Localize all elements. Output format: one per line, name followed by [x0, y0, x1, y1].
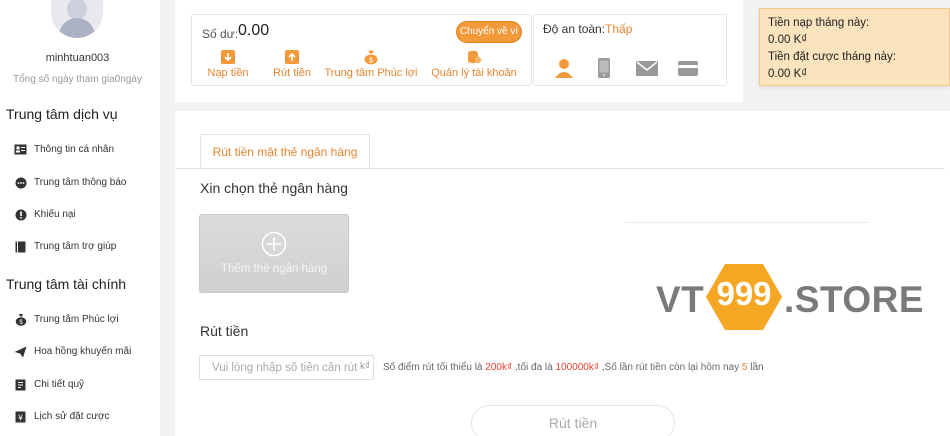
- welfare-center-action[interactable]: $ Trung tâm Phúc lợi: [320, 49, 422, 79]
- monthly-summary: Tiền nạp tháng này: 0.00 K₫ Tiền đặt cượ…: [759, 8, 950, 86]
- divider: [625, 222, 869, 223]
- balance-value: 0.00: [238, 22, 270, 39]
- watermark-number: 999: [716, 275, 772, 312]
- tab-bank-card-withdraw[interactable]: Rút tiền mặt thẻ ngân hàng: [200, 134, 370, 169]
- withdraw-limit-hint: Số điểm rút tối thiểu là 200k₫ ,tối đa l…: [383, 362, 764, 373]
- hint-prefix: Số điểm rút tối thiểu là: [383, 362, 483, 373]
- monthly-deposit-label: Tiền nạp tháng này:: [768, 17, 870, 29]
- choose-bank-card-label: Xin chọn thẻ ngân hàng: [200, 180, 348, 196]
- finance-center-title: Trung tâm tài chính: [6, 276, 127, 292]
- sidebar-item-label: Trung tâm thông báo: [34, 177, 127, 188]
- money-bag-icon: $: [364, 50, 378, 65]
- sidebar-item-label: Hoa hồng khuyến mãi: [34, 346, 132, 357]
- user-icon[interactable]: [555, 58, 573, 78]
- withdraw-action[interactable]: Rút tiền: [268, 49, 316, 79]
- tab-divider: [175, 168, 945, 169]
- amount-unit: k₫: [358, 361, 371, 372]
- security-level-value: Thấp: [605, 22, 633, 36]
- phone-icon[interactable]: [598, 58, 610, 78]
- ledger-icon: [14, 378, 27, 391]
- sidebar-item-label: Trung tâm trợ giúp: [34, 241, 117, 252]
- withdraw-submit-button[interactable]: Rút tiền: [471, 405, 675, 436]
- sidebar-item-label: Khiếu nại: [34, 209, 76, 220]
- hint-times-prefix: ,Số lần rút tiền còn lại hôm nay: [601, 362, 740, 373]
- deposit-action[interactable]: Nạp tiền: [204, 49, 252, 79]
- username: minhtuan003: [45, 52, 110, 64]
- monthly-bet-label: Tiền đặt cược tháng này:: [768, 51, 896, 63]
- hint-max-amount: 100000k₫: [555, 362, 599, 373]
- security-label: Độ an toàn:: [543, 22, 606, 36]
- hint-times-suffix: lần: [750, 362, 764, 373]
- security-box: Độ an toàn:Thấp: [533, 14, 727, 86]
- transfer-to-wallet-button[interactable]: Chuyển về ví: [456, 21, 522, 43]
- balance-box: Số dư: 0.00 Chuyển về ví Nạp tiền Rút ti…: [191, 14, 532, 86]
- sidebar-item-commission[interactable]: Hoa hồng khuyến mãi: [14, 345, 131, 358]
- bet-history-icon: ¥: [14, 410, 27, 423]
- balance-label: Số dư:: [202, 27, 239, 41]
- welfare-center-label: Trung tâm Phúc lợi: [324, 67, 418, 79]
- account-manage-action[interactable]: Quản lý tài khoản: [426, 49, 522, 79]
- sidebar-item-label: Trung tâm Phúc lợi: [34, 314, 119, 325]
- svg-text:¥: ¥: [17, 413, 23, 422]
- withdraw-amount-input[interactable]: [199, 355, 374, 380]
- hint-mid: ,tối đa là: [514, 362, 553, 373]
- deposit-icon: [221, 50, 235, 64]
- monthly-deposit-value: 0.00 K₫: [768, 34, 808, 46]
- hint-remaining-times: 5: [741, 362, 748, 373]
- avatar[interactable]: [51, 0, 103, 38]
- add-bank-card-button[interactable]: Thêm thẻ ngân hàng: [199, 214, 349, 293]
- deposit-label: Nạp tiền: [207, 67, 249, 79]
- membership-days: Tổng số ngày tham gia0ngày: [13, 74, 142, 85]
- withdraw-icon: [285, 50, 299, 64]
- bank-card-icon[interactable]: [678, 61, 698, 76]
- watermark-prefix: VT: [656, 279, 705, 320]
- mail-icon[interactable]: [636, 61, 658, 76]
- id-card-icon: [14, 143, 27, 156]
- sidebar-item-label: Chi tiết quỹ: [34, 379, 85, 390]
- withdraw-section-label: Rút tiền: [200, 323, 249, 339]
- complaint-icon: [14, 208, 27, 221]
- sidebar-item-personal-info[interactable]: Thông tin cá nhân: [14, 143, 114, 156]
- account-manage-label: Quản lý tài khoản: [431, 67, 517, 79]
- add-bank-card-label: Thêm thẻ ngân hàng: [220, 263, 328, 275]
- money-bag-icon: $: [14, 313, 27, 326]
- service-center-title: Trung tâm dịch vụ: [6, 106, 118, 122]
- sidebar-item-label: Lịch sử đặt cược: [34, 411, 110, 422]
- chat-bubble-icon: [14, 176, 27, 189]
- withdraw-label: Rút tiền: [273, 67, 311, 79]
- sidebar-item-fund-details[interactable]: Chi tiết quỹ: [14, 378, 84, 391]
- sidebar-item-help[interactable]: Trung tâm trợ giúp: [14, 240, 116, 253]
- security-level: Độ an toàn:Thấp: [543, 22, 632, 36]
- sidebar-item-bet-history[interactable]: ¥ Lịch sử đặt cược: [14, 410, 110, 423]
- account-summary-card: Số dư: 0.00 Chuyển về ví Nạp tiền Rút ti…: [175, 0, 743, 102]
- sidebar-item-welfare[interactable]: $ Trung tâm Phúc lợi: [14, 313, 119, 326]
- account-manage-icon: [468, 50, 482, 64]
- plus-icon: [261, 231, 287, 257]
- watermark-suffix: .STORE: [784, 279, 925, 320]
- sidebar-item-label: Thông tin cá nhân: [34, 144, 115, 155]
- hint-min-amount: 200k₫: [485, 362, 513, 373]
- sidebar: minhtuan003 Tổng số ngày tham gia0ngày T…: [0, 0, 160, 436]
- monthly-bet-value: 0.00 K₫: [768, 68, 808, 80]
- book-icon: [14, 240, 27, 253]
- paper-plane-icon: [14, 345, 27, 358]
- sidebar-item-notifications[interactable]: Trung tâm thông báo: [14, 176, 126, 189]
- sidebar-item-complaint[interactable]: Khiếu nại: [14, 208, 76, 221]
- svg-text:$: $: [369, 58, 373, 65]
